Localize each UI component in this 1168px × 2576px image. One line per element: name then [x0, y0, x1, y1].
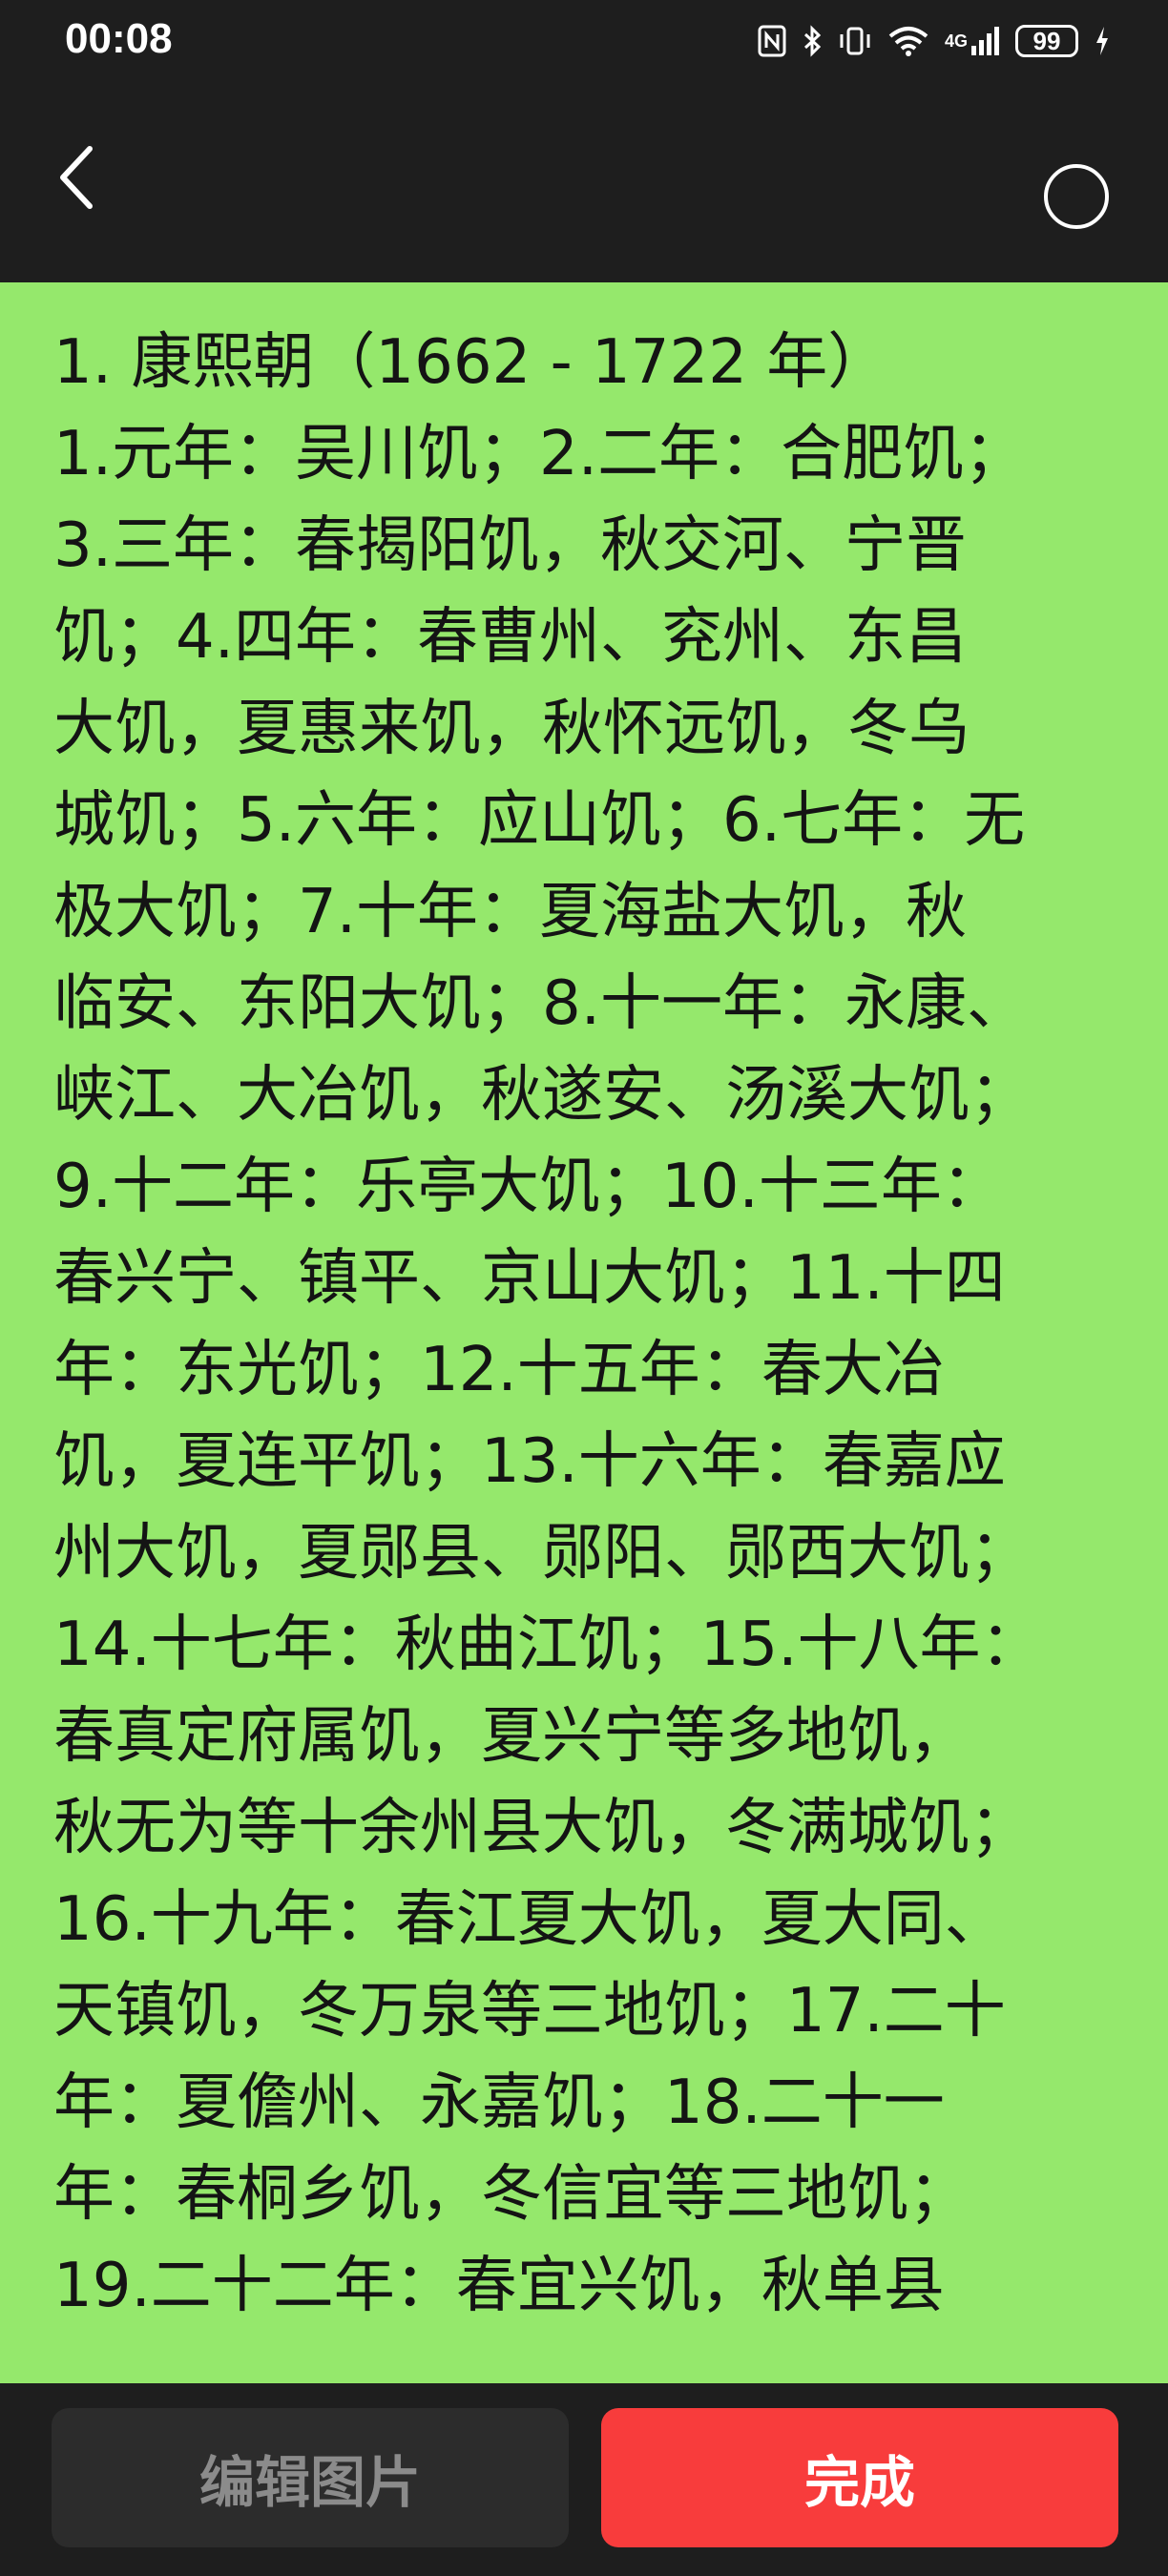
- image-preview: 1. 康熙朝（1662 - 1722 年） 1.元年：吴川饥；2.二年：合肥饥；…: [0, 282, 1168, 2383]
- text-line: 州大饥，夏郧县、郧阳、郧西大饥；: [53, 1518, 1031, 1589]
- text-line: 饥，夏连平饥；13.十六年：春嘉应: [53, 1426, 1006, 1497]
- wifi-icon: [887, 25, 929, 57]
- status-bar: 00:08 4G 99: [0, 0, 1168, 82]
- text-line: 年：春桐乡饥，冬信宜等三地饥；: [53, 2159, 970, 2230]
- text-line: 临安、东阳大饥；8.十一年：永康、: [53, 968, 1029, 1039]
- text-line: 3.三年：春揭阳饥，秋交河、宁晋: [53, 510, 968, 581]
- text-line: 14.十七年：秋曲江饥；15.十八年：: [53, 1610, 1042, 1680]
- text-line: 极大饥；7.十年：夏海盐大饥，秋: [53, 877, 968, 947]
- network-label: 4G: [944, 31, 968, 51]
- text-line: 年：东光饥；12.十五年：春大冶: [53, 1335, 945, 1405]
- text-line: 城饥；5.六年：应山饥；6.七年：无: [53, 785, 1026, 856]
- battery-icon: 99: [1015, 25, 1078, 57]
- text-line: 1.元年：吴川饥；2.二年：合肥饥；: [53, 419, 1026, 489]
- text-line-title: 1. 康熙朝（1662 - 1722 年）: [53, 327, 889, 398]
- nfc-icon: [758, 25, 786, 57]
- text-line: 峡江、大冶饥，秋遂安、汤溪大饥；: [53, 1060, 1031, 1131]
- done-button[interactable]: 完成: [601, 2408, 1118, 2547]
- text-line: 9.十二年：乐亭大饥；10.十三年：: [53, 1152, 1003, 1222]
- text-line: 19.二十二年：春宜兴饥，秋单县: [53, 2251, 945, 2321]
- chevron-left-icon: [60, 146, 93, 209]
- back-button[interactable]: [48, 139, 105, 216]
- top-bar: [0, 82, 1168, 282]
- text-line: 天镇饥，冬万泉等三地饥；17.二十: [53, 1976, 1006, 2046]
- text-line: 大饥，夏惠来饥，秋怀远饥，冬乌: [53, 694, 970, 764]
- select-circle-button[interactable]: [1044, 164, 1109, 229]
- text-line: 春兴宁、镇平、京山大饥；11.十四: [53, 1243, 1006, 1314]
- text-line: 饥；4.四年：春曹州、兖州、东昌: [53, 602, 968, 673]
- text-line: 春真定府属饥，夏兴宁等多地饥，: [53, 1701, 970, 1772]
- charging-icon: [1094, 25, 1111, 57]
- text-line: 年：夏儋州、永嘉饥；18.二十一: [53, 2067, 945, 2138]
- status-time: 00:08: [65, 15, 173, 62]
- signal-4g-icon: 4G: [945, 25, 1000, 57]
- bluetooth-icon: [802, 25, 823, 57]
- status-icons: 4G 99: [758, 19, 1111, 63]
- battery-level: 99: [1032, 26, 1061, 55]
- edit-image-button[interactable]: 编辑图片: [52, 2408, 569, 2547]
- text-line: 16.十九年：春江夏大饥，夏大同、: [53, 1884, 1006, 1955]
- vibrate-icon: [838, 25, 872, 57]
- text-line: 秋无为等十余州县大饥，冬满城饥；: [53, 1793, 1031, 1863]
- bottom-action-bar: 编辑图片 完成: [0, 2383, 1168, 2576]
